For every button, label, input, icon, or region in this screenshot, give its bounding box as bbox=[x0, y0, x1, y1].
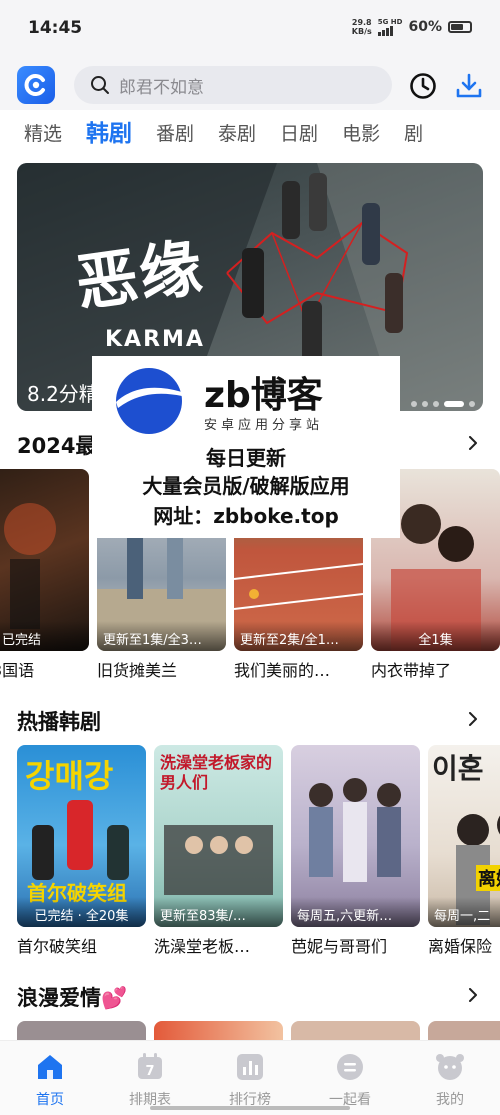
section-hot-kdrama-title: 热播韩剧 bbox=[17, 710, 101, 734]
signal-icon bbox=[377, 26, 393, 36]
nav-home[interactable]: 首页 bbox=[0, 1041, 100, 1115]
media-title: 芭妮与哥哥们 bbox=[291, 937, 388, 956]
media-poster: 洗澡堂老板家的男人们 更新至83集/… bbox=[154, 745, 283, 927]
chevron-right-icon[interactable] bbox=[466, 436, 480, 450]
chevron-right-icon[interactable] bbox=[466, 712, 480, 726]
gesture-bar[interactable] bbox=[150, 1106, 350, 1110]
media-title: 我们美丽的… bbox=[234, 661, 331, 680]
media-poster: 已完结 bbox=[0, 469, 89, 651]
network-speed: 29.8 KB/s bbox=[352, 18, 372, 36]
poster-caption: 离婚 bbox=[476, 865, 500, 891]
media-poster-peek[interactable] bbox=[154, 1021, 283, 1040]
nav-profile-label: 我的 bbox=[436, 1092, 464, 1108]
calendar-icon-text: 7 bbox=[145, 1064, 154, 1079]
watermark-logo-icon bbox=[116, 368, 182, 434]
clock-icon[interactable] bbox=[409, 72, 437, 100]
watermark-line-3: 网址：zbboke.top bbox=[153, 504, 339, 528]
network-indicator: 5G HD bbox=[377, 18, 403, 36]
status-bar: 14:45 29.8 KB/s 5G HD 60% bbox=[0, 0, 500, 58]
watermark-tagline: 安卓应用分享站 bbox=[204, 418, 324, 433]
watermark-line-1: 每日更新 bbox=[206, 446, 286, 470]
status-right: 29.8 KB/s 5G HD 60% bbox=[352, 18, 472, 36]
nav-schedule[interactable]: 7 排期表 bbox=[100, 1041, 200, 1115]
media-title: 旧货摊美兰 bbox=[97, 661, 178, 680]
banner-subtitle: KARMA bbox=[105, 327, 205, 352]
poster-badge: 更新至2集/全1… bbox=[234, 621, 363, 651]
tab-movie[interactable]: 电影 bbox=[342, 112, 380, 158]
nav-ranking[interactable]: 排行榜 bbox=[200, 1041, 300, 1115]
poster-badge: 更新至1集/全3… bbox=[97, 621, 226, 651]
media-poster-peek[interactable] bbox=[428, 1021, 500, 1040]
calendar-icon: 7 bbox=[138, 1053, 162, 1079]
section-2024-title: 2024最 bbox=[17, 434, 97, 458]
poster-badge: 已完结 · 全20集 bbox=[17, 897, 146, 927]
poster-badge: 每周一,二 bbox=[428, 897, 500, 927]
nav-home-label: 首页 bbox=[36, 1092, 64, 1108]
download-icon[interactable] bbox=[455, 72, 483, 100]
chevron-right-icon[interactable] bbox=[466, 988, 480, 1002]
app-logo-icon[interactable] bbox=[17, 66, 55, 104]
home-icon bbox=[38, 1055, 62, 1079]
poster-badge: 全1集 bbox=[371, 621, 500, 651]
media-poster-peek[interactable] bbox=[291, 1021, 420, 1040]
search-placeholder: 郎君不如意 bbox=[119, 77, 204, 98]
network-speed-value: 29.8 bbox=[351, 18, 372, 27]
tab-featured[interactable]: 精选 bbox=[24, 112, 62, 158]
media-poster: 강매강 首尔破笑组 已完结 · 全20集 bbox=[17, 745, 146, 927]
search-icon bbox=[91, 76, 109, 94]
search-bar[interactable]: 郎君不如意 bbox=[74, 66, 392, 104]
watermark-line-2: 大量会员版/破解版应用 bbox=[142, 474, 350, 498]
battery-icon bbox=[448, 21, 472, 33]
media-poster-peek[interactable] bbox=[17, 1021, 146, 1040]
tab-thai-drama[interactable]: 泰剧 bbox=[218, 112, 256, 158]
poster-badge: 已完结 bbox=[0, 621, 89, 651]
chart-icon bbox=[237, 1054, 263, 1080]
category-tabs: 精选 韩剧 番剧 泰剧 日剧 电影 剧 bbox=[0, 112, 500, 158]
media-title: 家园3国语 bbox=[0, 661, 35, 680]
tab-japanese-drama[interactable]: 日剧 bbox=[280, 112, 318, 158]
status-time: 14:45 bbox=[28, 18, 83, 38]
media-title: 洗澡堂老板… bbox=[154, 937, 251, 956]
watermark-brand: zb博客 bbox=[204, 375, 323, 416]
bottom-navigation: 首页 7 排期表 排行榜 一起看 我的 bbox=[0, 1040, 500, 1115]
media-title: 内衣带掉了 bbox=[371, 661, 452, 680]
tab-more[interactable]: 剧 bbox=[404, 112, 423, 158]
tab-anime[interactable]: 番剧 bbox=[156, 112, 194, 158]
app-screen: 14:45 29.8 KB/s 5G HD 60% 郎君不如意 精选 韩剧 番剧… bbox=[0, 0, 500, 1115]
network-type: 5G HD bbox=[377, 18, 403, 26]
carousel-indicator bbox=[411, 401, 475, 407]
poster-badge: 每周五,六更新… bbox=[291, 897, 420, 927]
network-speed-unit: KB/s bbox=[351, 27, 372, 36]
watch-together-icon bbox=[337, 1054, 363, 1080]
tab-korean-drama[interactable]: 韩剧 bbox=[86, 112, 132, 158]
banner-score: 8.2分精 bbox=[27, 382, 99, 406]
poster-badge: 更新至83集/… bbox=[154, 897, 283, 927]
section-romance-title: 浪漫爱情💕 bbox=[17, 986, 128, 1010]
profile-icon bbox=[436, 1054, 464, 1080]
watermark-overlay: zb博客 安卓应用分享站 每日更新 大量会员版/破解版应用 网址：zbboke.… bbox=[92, 356, 400, 538]
media-poster: 이혼 离婚 每周一,二 bbox=[428, 745, 500, 927]
nav-watch-together[interactable]: 一起看 bbox=[300, 1041, 400, 1115]
app-header: 郎君不如意 bbox=[0, 58, 500, 110]
media-title: 离婚保险 bbox=[428, 937, 493, 956]
nav-profile[interactable]: 我的 bbox=[400, 1041, 500, 1115]
media-title: 首尔破笑组 bbox=[17, 937, 98, 956]
media-poster: 每周五,六更新… bbox=[291, 745, 420, 927]
battery-level: 60% bbox=[408, 19, 442, 35]
banner-title: 恶缘 bbox=[71, 230, 209, 321]
